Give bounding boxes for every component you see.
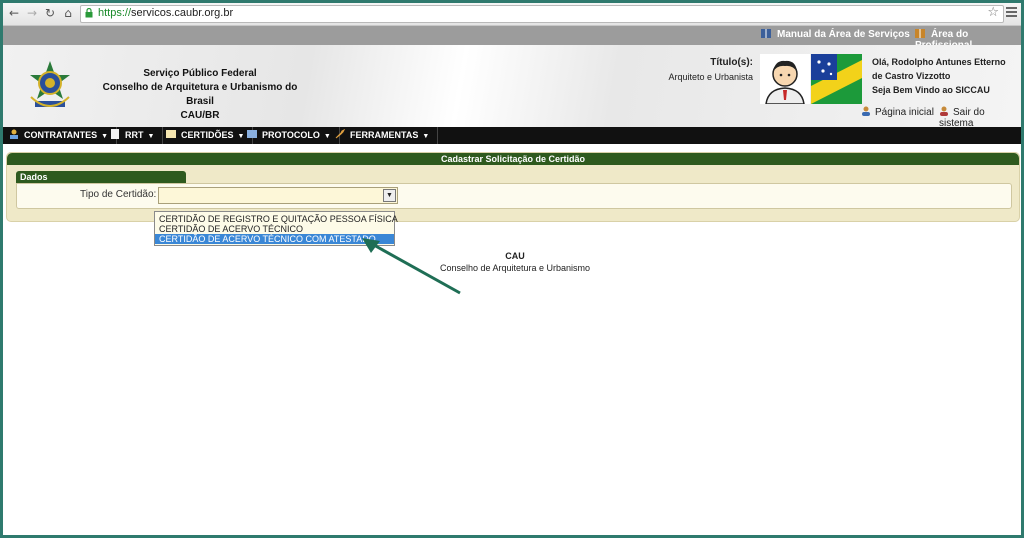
chevron-down-icon[interactable]: ▼ — [383, 189, 396, 202]
form-fieldset: Tipo de Certidão: ▼ — [16, 183, 1012, 209]
home-icon[interactable]: ⌂ — [61, 6, 75, 20]
option-registro-quitacao[interactable]: CERTIDÃO DE REGISTRO E QUITAÇÃO PESSOA F… — [155, 214, 398, 224]
wrench-icon — [335, 129, 345, 139]
panel-title: Cadastrar Solicitação de Certidão — [7, 153, 1019, 165]
book-icon — [761, 29, 771, 38]
lock-icon — [85, 8, 93, 18]
menu-rrt[interactable]: RRT ▼ — [110, 127, 164, 144]
reload-icon[interactable]: ↻ — [43, 6, 57, 20]
back-icon[interactable]: ← — [7, 6, 21, 20]
state-flag-icon — [811, 54, 862, 104]
home-page-link[interactable]: Página inicial — [861, 106, 934, 118]
document-icon — [111, 129, 119, 139]
address-bar[interactable]: https://servicos.caubr.org.br ☆ — [80, 5, 1004, 23]
tab-dados[interactable]: Dados — [16, 171, 186, 183]
menu-certidoes[interactable]: CERTIDÕES ▼ — [166, 127, 254, 144]
user-greeting: Olá, Rodolpho Antunes Etterno de Castro … — [872, 57, 1006, 95]
certificate-type-select[interactable]: ▼ — [158, 187, 398, 204]
menu-ferramentas[interactable]: FERRAMENTAS ▼ — [335, 127, 439, 144]
certificate-type-label: Tipo de Certidão: — [80, 189, 157, 200]
menu-icon[interactable] — [1006, 7, 1017, 19]
organization-name: Serviço Público Federal Conselho de Arqu… — [102, 68, 298, 121]
top-links-bar: Manual da Área de Serviços Área do Profi… — [3, 26, 1021, 51]
book-icon — [915, 29, 925, 38]
menu-protocolo[interactable]: PROTOCOLO ▼ — [247, 127, 340, 144]
user-titles: Título(s): Arquiteto e Urbanista — [668, 57, 753, 82]
contractors-icon — [10, 129, 18, 139]
person-icon — [862, 106, 870, 116]
star-icon[interactable]: ☆ — [987, 5, 999, 20]
forward-icon[interactable]: → — [25, 6, 39, 20]
annotation-arrow-icon — [362, 238, 461, 295]
browser-toolbar: ← → ↻ ⌂ https://servicos.caubr.org.br ☆ — [3, 3, 1021, 26]
option-acervo-tecnico[interactable]: CERTIDÃO DE ACERVO TÉCNICO — [155, 224, 394, 234]
site-header: Serviço Público Federal Conselho de Arqu… — [3, 45, 1021, 129]
main-menu: CONTRATANTES ▼ RRT ▼ CERTIDÕES ▼ PROTOCOLO ▼… — [3, 127, 1021, 144]
certificate-icon — [166, 130, 176, 138]
url-text: https://servicos.caubr.org.br — [98, 7, 234, 19]
avatar — [760, 54, 810, 104]
protocol-icon — [247, 130, 257, 138]
coat-of-arms-icon — [30, 61, 70, 107]
manual-link[interactable]: Manual da Área de Serviços — [761, 29, 910, 40]
logout-link[interactable]: Sair do sistema — [939, 106, 1021, 129]
exit-icon — [940, 106, 948, 116]
menu-contratantes[interactable]: CONTRATANTES ▼ — [9, 127, 118, 144]
screenshot-frame: ← → ↻ ⌂ https://servicos.caubr.org.br ☆ … — [0, 0, 1024, 538]
